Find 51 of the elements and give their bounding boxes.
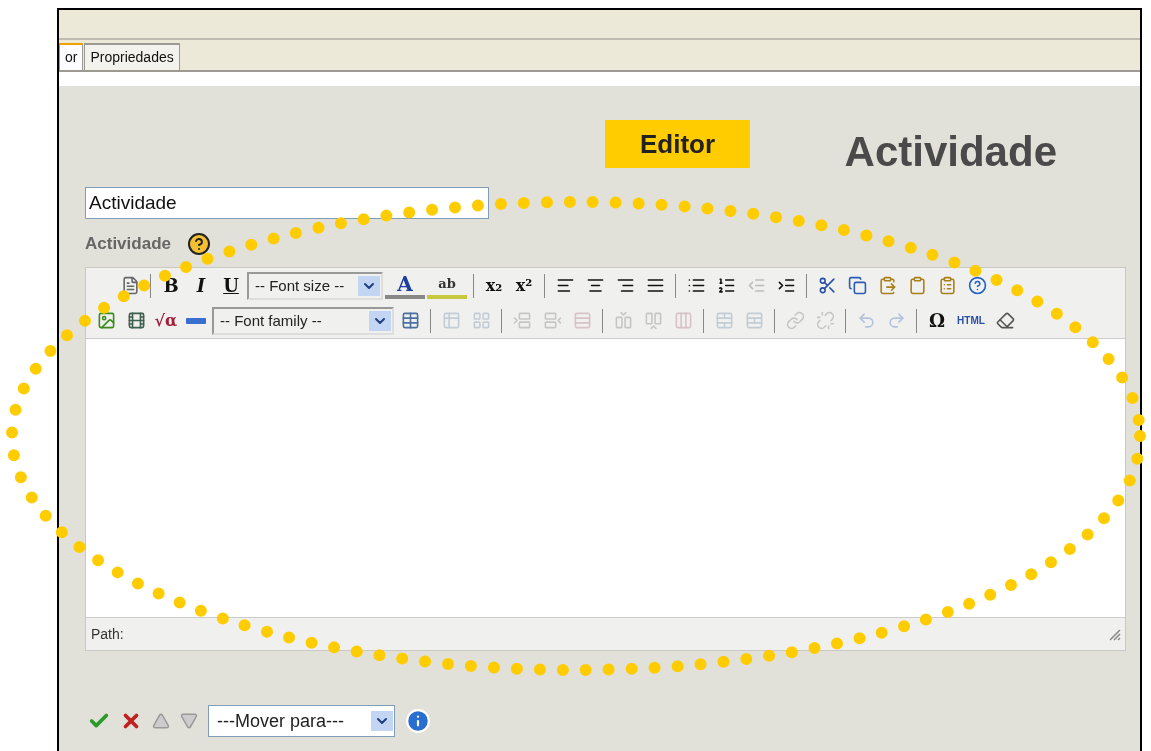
format-button[interactable]: HTML (953, 307, 989, 334)
dropdown[interactable]: -- Font size -- (247, 271, 383, 300)
table-icon (400, 311, 420, 330)
undo-icon (856, 311, 876, 330)
insert-row-icon (542, 311, 562, 330)
info-icon[interactable] (405, 708, 431, 734)
clipboard-document-icon (937, 276, 957, 295)
align-left-icon (555, 276, 575, 295)
help-icon[interactable] (187, 232, 211, 256)
resize-grip-icon[interactable] (1107, 627, 1121, 641)
redo-icon (886, 311, 906, 330)
clipboard-icon (907, 276, 927, 295)
color-button[interactable]: A (385, 272, 425, 299)
bullet-list-icon (686, 276, 706, 295)
editor-callout: Editor (605, 120, 750, 168)
insert-column-icon (613, 311, 633, 330)
align-center-icon (585, 276, 605, 295)
document-icon (120, 276, 140, 295)
film-icon (126, 311, 146, 330)
table-row-icon (441, 311, 461, 330)
title-field[interactable]: Actividade (85, 187, 489, 219)
insert-column-icon (643, 311, 663, 330)
path-label: Path: (91, 626, 124, 642)
format-button[interactable]: U (217, 272, 245, 299)
insert-row-icon (512, 311, 532, 330)
color-button[interactable]: ab (427, 272, 467, 299)
help-icon (967, 276, 987, 295)
outdent-icon (746, 276, 766, 295)
format-button[interactable]: x² (510, 272, 538, 299)
align-right-icon (615, 276, 635, 295)
format-button[interactable]: √α (152, 307, 180, 334)
copy-icon (847, 276, 867, 295)
page-heading: Actividade (844, 128, 1057, 176)
table-cell-icon (471, 311, 491, 330)
eraser-icon (995, 311, 1015, 330)
numbered-list-icon (716, 276, 736, 295)
format-button[interactable]: Ω (923, 307, 951, 334)
format-button[interactable]: x₂ (480, 272, 508, 299)
tab[interactable]: or (59, 43, 84, 70)
dropdown[interactable]: -- Font family -- (212, 306, 394, 335)
indent-icon (776, 276, 796, 295)
format-button[interactable]: I (187, 272, 215, 299)
link-icon (785, 311, 805, 330)
paste-icon (877, 276, 897, 295)
move-dropdown[interactable]: ---Mover para--- (208, 705, 395, 737)
image-icon (96, 311, 116, 330)
tab[interactable]: Propriedades (84, 43, 180, 70)
unlink-icon (815, 311, 835, 330)
cut-icon (817, 276, 837, 295)
field-label: Actividade (85, 234, 171, 254)
align-justify-icon (645, 276, 665, 295)
